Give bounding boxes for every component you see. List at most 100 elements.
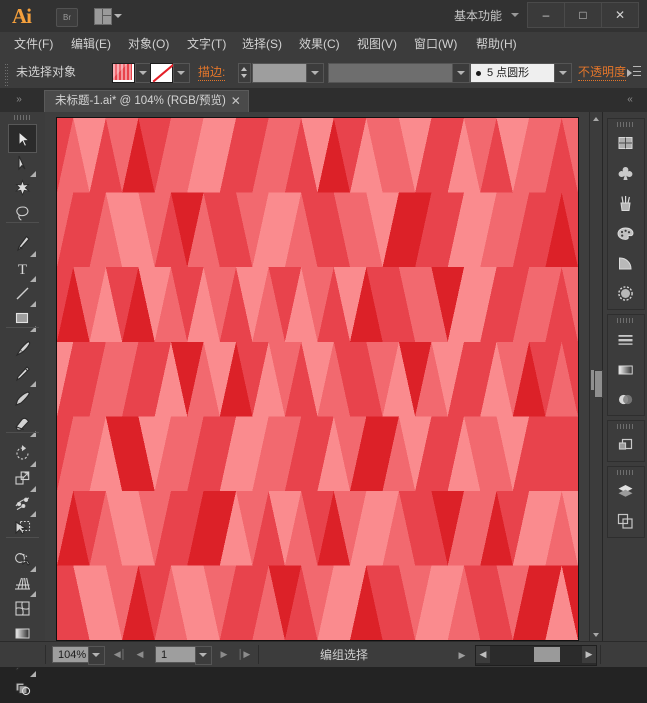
last-artboard-button[interactable]: │▶	[236, 646, 252, 663]
triangle-pattern	[57, 118, 578, 640]
menu-item-4[interactable]: 选择(S)	[236, 32, 288, 56]
blend-tool[interactable]	[8, 674, 37, 703]
artboard[interactable]	[57, 118, 578, 640]
menu-item-3[interactable]: 文字(T)	[181, 32, 232, 56]
menu-item-1[interactable]: 编辑(E)	[65, 32, 117, 56]
menu-item-7[interactable]: 窗口(W)	[408, 32, 463, 56]
appearance-panel-icon[interactable]	[611, 279, 640, 308]
chevron-down-icon	[452, 64, 469, 82]
scroll-left-icon[interactable]: ◀	[476, 646, 490, 663]
chevron-down-icon	[554, 64, 571, 82]
svg-text:T: T	[18, 262, 27, 278]
arrange-documents-button[interactable]	[94, 7, 128, 25]
pathfinder-panel-icon[interactable]	[611, 431, 640, 460]
panel-group-grip[interactable]	[617, 470, 635, 475]
scroll-up-icon[interactable]	[590, 112, 602, 125]
tools-divider	[6, 537, 39, 538]
panel-menu-icon[interactable]	[627, 66, 641, 78]
status-menu-icon[interactable]: ▶	[455, 647, 469, 663]
stroke-panel-icon[interactable]	[611, 325, 640, 354]
symbols-panel-icon[interactable]	[611, 249, 640, 278]
control-bar-grip[interactable]	[4, 62, 9, 82]
app-logo-icon: Ai	[12, 4, 42, 28]
gradient-panel-icon[interactable]	[611, 355, 640, 384]
zoom-dropdown-icon[interactable]	[88, 646, 105, 665]
brush-definition-combo[interactable]: 5 点圆形	[470, 63, 572, 83]
tools-divider	[6, 327, 39, 328]
scroll-right-icon[interactable]: ▶	[582, 646, 596, 663]
menu-item-0[interactable]: 文件(F)	[8, 32, 59, 56]
eraser-tool[interactable]	[8, 409, 37, 438]
transparency-panel-icon[interactable]	[611, 385, 640, 414]
document-tab-bar: » 未标题-1.ai* @ 104% (RGB/预览) ✕ «	[0, 88, 647, 113]
stroke-weight-combo[interactable]	[252, 63, 324, 83]
horizontal-scroll-thumb[interactable]	[534, 647, 560, 662]
brush-dot-icon	[476, 71, 481, 76]
tools-panel-grip[interactable]	[14, 115, 32, 120]
maximize-icon: □	[565, 3, 601, 27]
panel-group-grip[interactable]	[617, 424, 635, 429]
close-icon[interactable]: ✕	[230, 94, 242, 108]
dock-resize-handle[interactable]	[594, 370, 603, 398]
bridge-icon[interactable]: Br	[56, 8, 78, 27]
minimize-button[interactable]: –	[527, 2, 565, 28]
panel-group-grip[interactable]	[617, 318, 635, 323]
close-icon: ✕	[602, 3, 638, 27]
stroke-profile-combo[interactable]	[328, 63, 470, 83]
opacity-label[interactable]: 不透明度	[578, 64, 626, 81]
status-info-text: 编组选择	[320, 647, 368, 663]
chevron-down-icon[interactable]	[511, 13, 519, 17]
panel-group-2	[607, 420, 645, 462]
layers-panel-icon[interactable]	[611, 477, 640, 506]
swatches-panel-icon[interactable]	[611, 219, 640, 248]
panel-group-0	[607, 118, 645, 310]
stroke-label[interactable]: 描边:	[198, 64, 225, 81]
menu-bar: 文件(F)编辑(E)对象(O)文字(T)选择(S)效果(C)视图(V)窗口(W)…	[0, 32, 647, 57]
horizontal-scrollbar[interactable]: ◀ ▶	[475, 645, 597, 666]
menu-item-2[interactable]: 对象(O)	[122, 32, 175, 56]
free-transform-tool[interactable]	[8, 514, 37, 543]
menu-item-8[interactable]: 帮助(H)	[470, 32, 523, 56]
stroke-color-swatch[interactable]	[150, 63, 173, 83]
color-guide-panel-icon[interactable]	[611, 159, 640, 188]
expand-left-dock-icon[interactable]: »	[6, 92, 32, 108]
chevron-down-icon	[114, 14, 122, 18]
canvas-area[interactable]	[45, 112, 602, 642]
fill-color-swatch[interactable]	[112, 63, 135, 83]
status-bar: 104% ◀│ ◀ 1 ▶ │▶ 编组选择 ▶ ◀ ▶	[0, 641, 647, 667]
menu-item-5[interactable]: 效果(C)	[293, 32, 346, 56]
stroke-weight-stepper[interactable]	[238, 63, 251, 83]
collapse-right-dock-icon[interactable]: «	[617, 92, 643, 108]
panel-group-grip[interactable]	[617, 122, 635, 127]
tools-divider	[6, 432, 39, 433]
chevron-down-icon	[306, 64, 323, 82]
close-button[interactable]: ✕	[601, 2, 639, 28]
illustrator-window: Ai Br 基本功能 – □ ✕ 文件(F)编辑(E)对象(O)文字(T)选择(…	[0, 0, 647, 667]
title-bar: Ai Br 基本功能 – □ ✕	[0, 0, 647, 33]
selection-status-label: 未选择对象	[16, 64, 76, 80]
maximize-button[interactable]: □	[564, 2, 602, 28]
panel-group-3	[607, 466, 645, 538]
control-bar: 未选择对象 描边: 5 点圆形 不透明度	[0, 56, 647, 89]
stroke-swatch-dropdown[interactable]	[173, 63, 190, 83]
lasso-tool[interactable]	[8, 199, 37, 228]
document-tab[interactable]: 未标题-1.ai* @ 104% (RGB/预览) ✕	[44, 90, 249, 113]
tools-panel: T	[0, 112, 46, 642]
brush-definition-value: 5 点圆形	[487, 64, 529, 82]
arrange-grid-icon	[94, 8, 112, 25]
panel-group-1	[607, 314, 645, 416]
minimize-icon: –	[528, 3, 564, 27]
menu-item-6[interactable]: 视图(V)	[351, 32, 403, 56]
panel-dock	[602, 112, 647, 642]
workspace-switcher-label[interactable]: 基本功能	[454, 7, 502, 25]
tools-divider	[6, 222, 39, 223]
first-artboard-button[interactable]: ◀│	[112, 646, 128, 663]
prev-artboard-button[interactable]: ◀	[132, 646, 148, 663]
artboards-panel-icon[interactable]	[611, 507, 640, 536]
next-artboard-button[interactable]: ▶	[216, 646, 232, 663]
color-panel-icon[interactable]	[611, 129, 640, 158]
artboard-dropdown-icon[interactable]	[195, 646, 212, 665]
rectangle-tool[interactable]	[8, 304, 37, 333]
brushes-panel-icon[interactable]	[611, 189, 640, 218]
document-tab-label: 未标题-1.ai* @ 104% (RGB/预览)	[55, 95, 226, 107]
